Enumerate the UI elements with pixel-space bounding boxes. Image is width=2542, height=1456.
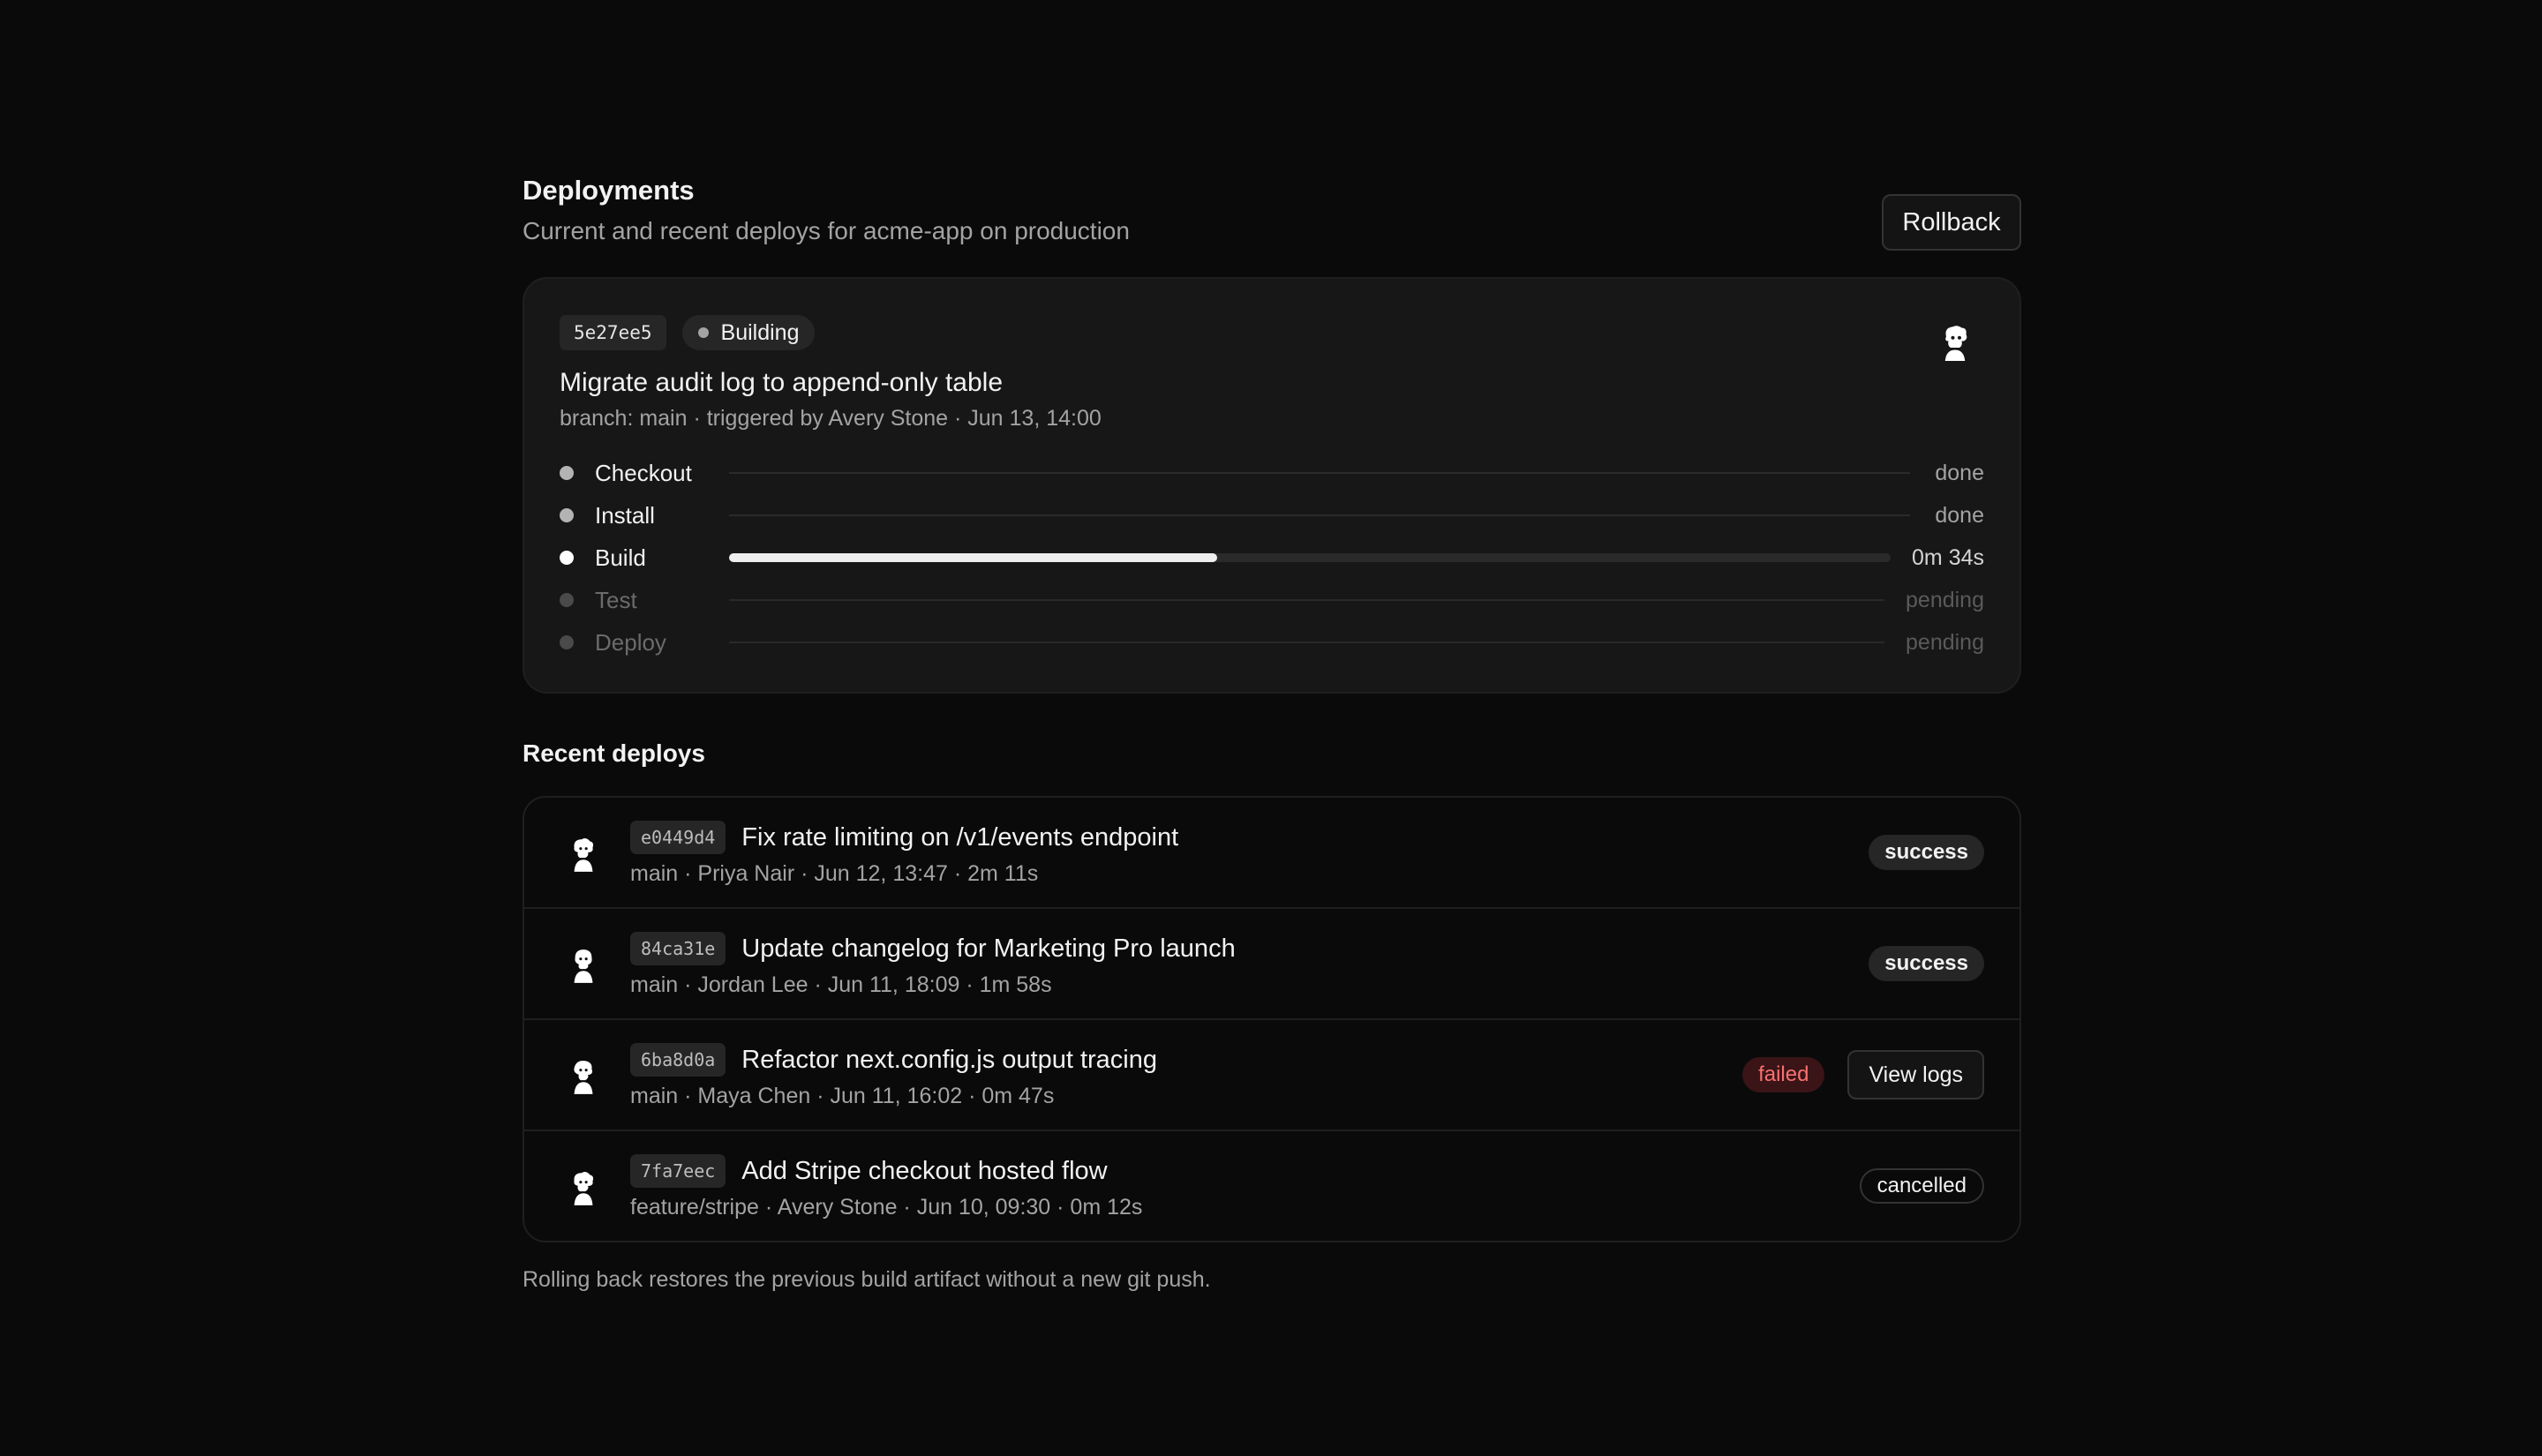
step-dot-icon <box>560 551 574 565</box>
step-track <box>729 514 1910 516</box>
status-dot-icon <box>697 327 709 338</box>
deploy-meta: main · Jordan Lee · Jun 11, 18:09 · 1m 5… <box>630 972 1052 997</box>
commit-sha: 5e27ee5 <box>560 315 666 350</box>
row-actions: success <box>1869 909 1984 1018</box>
commit-sha: e0449d4 <box>630 821 726 854</box>
deploy-body: 7fa7eec Add Stripe checkout hosted flow … <box>630 1152 1142 1221</box>
rollback-button[interactable]: Rollback <box>1882 194 2021 251</box>
step-status: pending <box>1906 587 1984 612</box>
step-status: done <box>1935 502 1984 528</box>
step-build: Build 0m 34s <box>560 537 1984 579</box>
status-badge: success <box>1869 946 1984 981</box>
commit-sha: 6ba8d0a <box>630 1043 726 1077</box>
avatar-icon <box>574 1172 594 1205</box>
step-label: Build <box>595 544 646 571</box>
rollback-footnote: Rolling back restores the previous build… <box>523 1267 1211 1292</box>
list-item[interactable]: 6ba8d0a Refactor next.config.js output t… <box>524 1020 2019 1131</box>
deploy-meta: feature/stripe · Avery Stone · Jun 10, 0… <box>630 1195 1143 1220</box>
step-dot-icon <box>560 635 574 649</box>
step-status: 0m 34s <box>1912 544 1984 570</box>
avatar-icon <box>574 1061 593 1094</box>
deploy-message: Update changelog for Marketing Pro launc… <box>741 934 1236 963</box>
row-actions: success <box>1869 798 1984 907</box>
list-item[interactable]: e0449d4 Fix rate limiting on /v1/events … <box>524 798 2019 909</box>
step-dot-icon <box>560 508 574 522</box>
step-deploy: Deploy pending <box>560 621 1984 664</box>
avatar-icon <box>1944 326 1967 361</box>
list-item[interactable]: 84ca31e Update changelog for Marketing P… <box>524 909 2019 1020</box>
deploy-message: Fix rate limiting on /v1/events endpoint <box>741 822 1179 852</box>
deploy-meta: main · Maya Chen · Jun 11, 16:02 · 0m 47… <box>630 1084 1055 1108</box>
current-deploy-tags: 5e27ee5 Building <box>560 314 1984 351</box>
build-progress-fill <box>729 553 1217 562</box>
view-logs-button[interactable]: View logs <box>1847 1050 1984 1100</box>
deploy-body: 84ca31e Update changelog for Marketing P… <box>630 930 1236 999</box>
step-dot-icon <box>560 593 574 607</box>
row-actions: failed View logs <box>1742 1020 1984 1130</box>
pipeline-steps: Checkout done Install done Build 0m 34s <box>560 452 1984 664</box>
list-item[interactable]: 7fa7eec Add Stripe checkout hosted flow … <box>524 1131 2019 1241</box>
status-badge: success <box>1869 835 1984 870</box>
current-deploy-card: 5e27ee5 Building Migrate audit log to ap… <box>523 277 2021 694</box>
step-install: Install done <box>560 494 1984 537</box>
page-subtitle: Current and recent deploys for acme-app … <box>523 217 1130 244</box>
step-label: Test <box>595 586 637 613</box>
avatar-icon <box>574 949 593 983</box>
deploy-line: e0449d4 Fix rate limiting on /v1/events … <box>630 819 1178 856</box>
step-status: pending <box>1906 629 1984 655</box>
page-header: Deployments Current and recent deploys f… <box>523 173 2021 277</box>
step-label: Checkout <box>595 459 692 486</box>
step-test: Test pending <box>560 579 1984 621</box>
step-track <box>729 599 1885 601</box>
deploy-line: 6ba8d0a Refactor next.config.js output t… <box>630 1041 1157 1078</box>
deploy-meta: branch: main · triggered by Avery Stone … <box>560 406 1102 431</box>
status-badge: cancelled <box>1859 1168 1984 1204</box>
build-progress-bar <box>729 553 1891 562</box>
step-label: Deploy <box>595 628 666 656</box>
deploy-line: 7fa7eec Add Stripe checkout hosted flow <box>630 1152 1142 1190</box>
recent-deploys-list: e0449d4 Fix rate limiting on /v1/events … <box>523 796 2021 1242</box>
deploy-message: Migrate audit log to append-only table <box>560 368 1004 397</box>
deployments-page: Deployments Current and recent deploys f… <box>523 173 2021 1294</box>
avatar-icon <box>574 838 594 872</box>
status-badge: Building <box>681 315 816 350</box>
step-track <box>729 642 1885 643</box>
row-actions: cancelled <box>1859 1131 1984 1241</box>
commit-sha: 7fa7eec <box>630 1154 726 1188</box>
step-status: done <box>1935 460 1984 485</box>
recent-deploys-heading: Recent deploys <box>523 739 705 767</box>
commit-sha: 84ca31e <box>630 932 726 965</box>
step-dot-icon <box>560 466 574 480</box>
deploy-body: 6ba8d0a Refactor next.config.js output t… <box>630 1041 1157 1110</box>
step-checkout: Checkout done <box>560 452 1984 494</box>
deploy-body: e0449d4 Fix rate limiting on /v1/events … <box>630 819 1178 888</box>
page-title: Deployments <box>523 175 695 206</box>
step-track <box>729 472 1910 474</box>
deploy-message: Add Stripe checkout hosted flow <box>741 1156 1108 1185</box>
step-label: Install <box>595 501 655 529</box>
deploy-message: Refactor next.config.js output tracing <box>741 1045 1157 1074</box>
status-label: Building <box>720 319 800 345</box>
deploy-line: 84ca31e Update changelog for Marketing P… <box>630 930 1236 967</box>
status-badge: failed <box>1742 1057 1825 1092</box>
deploy-meta: main · Priya Nair · Jun 12, 13:47 · 2m 1… <box>630 861 1039 886</box>
